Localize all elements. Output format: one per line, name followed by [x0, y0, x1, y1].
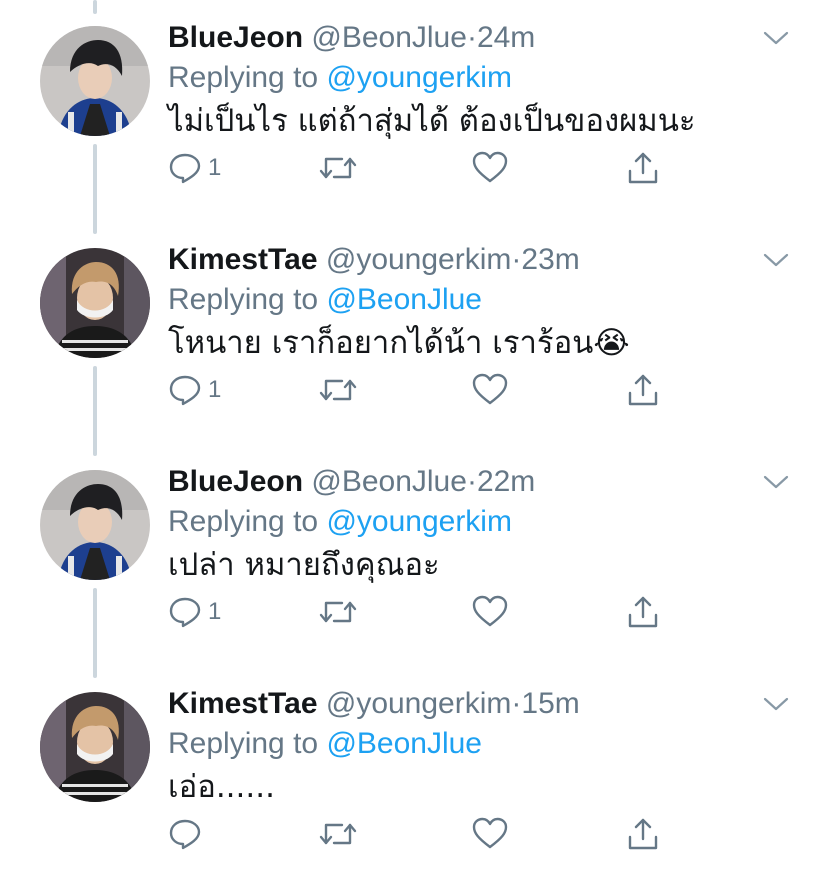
chevron-down-icon[interactable]	[762, 472, 790, 492]
replying-to-label: Replying to	[168, 283, 319, 316]
retweet-button[interactable]	[318, 816, 358, 852]
display-name[interactable]: KimestTae	[168, 243, 318, 276]
tweet[interactable]: KimestTae @youngerkim·15m Replying to @B…	[0, 666, 827, 877]
timestamp[interactable]: 15m	[521, 687, 579, 720]
reply-button[interactable]: 1	[168, 372, 221, 408]
separator-dot: ·	[466, 465, 477, 498]
timestamp[interactable]: 22m	[477, 465, 535, 498]
reply-count: 1	[208, 376, 222, 403]
retweet-icon	[319, 823, 357, 845]
tweet-text: ไม่เป็นไร แต่ถ้าสุ่มได้ ต้องเป็นของผมนะ	[168, 103, 696, 139]
reply-count: 1	[208, 154, 222, 181]
share-icon	[628, 818, 658, 850]
retweet-icon	[319, 601, 357, 623]
reply-icon	[169, 597, 201, 628]
heart-icon	[472, 373, 508, 405]
bluejeon-avatar-image	[40, 26, 150, 136]
replying-to: Replying to @BeonJlue	[168, 280, 482, 320]
avatar[interactable]	[40, 692, 150, 802]
replying-to-handle[interactable]: @youngerkim	[326, 61, 512, 94]
user-handle[interactable]: @youngerkim	[326, 243, 512, 276]
kimesttae-avatar-image	[40, 692, 150, 802]
share-button[interactable]	[626, 150, 660, 186]
like-button[interactable]	[472, 372, 508, 408]
retweet-button[interactable]	[318, 594, 358, 630]
reply-button[interactable]: 1	[168, 150, 221, 186]
reply-icon	[169, 375, 201, 406]
reply-button[interactable]	[168, 816, 208, 852]
retweet-button[interactable]	[318, 372, 358, 408]
separator-dot: ·	[511, 687, 522, 720]
tweet-header: BlueJeon @BeonJlue·22m	[168, 462, 535, 502]
retweet-icon	[319, 379, 357, 401]
heart-icon	[472, 151, 508, 183]
heart-icon	[472, 595, 508, 627]
tweet-actions: 1	[0, 372, 827, 412]
tweet-actions	[0, 816, 827, 856]
replying-to-label: Replying to	[168, 727, 319, 760]
tweet[interactable]: BlueJeon @BeonJlue·22m Replying to @youn…	[0, 444, 827, 666]
tweet-header: BlueJeon @BeonJlue·24m	[168, 18, 535, 58]
share-button[interactable]	[626, 816, 660, 852]
tweet-text: เอ่อ......	[168, 769, 275, 805]
share-icon	[628, 152, 658, 184]
user-handle[interactable]: @youngerkim	[326, 687, 512, 720]
replying-to: Replying to @youngerkim	[168, 58, 512, 98]
share-button[interactable]	[626, 372, 660, 408]
separator-dot: ·	[466, 21, 477, 54]
chevron-down-icon[interactable]	[762, 250, 790, 270]
tweet-header: KimestTae @youngerkim·15m	[168, 684, 580, 724]
bluejeon-avatar-image	[40, 470, 150, 580]
replying-to-label: Replying to	[168, 61, 319, 94]
display-name[interactable]: KimestTae	[168, 687, 318, 720]
tweet[interactable]: BlueJeon @BeonJlue·24m Replying to @youn…	[0, 0, 827, 222]
reply-count: 1	[208, 598, 222, 625]
replying-to-handle[interactable]: @BeonJlue	[326, 283, 482, 316]
user-handle[interactable]: @BeonJlue	[311, 465, 467, 498]
like-button[interactable]	[472, 150, 508, 186]
like-button[interactable]	[472, 594, 508, 630]
share-icon	[628, 596, 658, 628]
like-button[interactable]	[472, 816, 508, 852]
retweet-button[interactable]	[318, 150, 358, 186]
avatar[interactable]	[40, 470, 150, 580]
reply-icon	[169, 819, 201, 850]
reply-icon	[169, 153, 201, 184]
tweet-text: เปล่า หมายถึงคุณอะ	[168, 547, 440, 583]
avatar[interactable]	[40, 26, 150, 136]
display-name[interactable]: BlueJeon	[168, 21, 303, 54]
replying-to: Replying to @BeonJlue	[168, 724, 482, 764]
share-icon	[628, 374, 658, 406]
retweet-icon	[319, 157, 357, 179]
chevron-down-icon[interactable]	[762, 28, 790, 48]
separator-dot: ·	[511, 243, 522, 276]
chevron-down-icon[interactable]	[762, 694, 790, 714]
tweet-text: โหนาย เราก็อยากได้น้า เราร้อน😭	[168, 325, 630, 361]
replying-to-handle[interactable]: @BeonJlue	[326, 727, 482, 760]
tweet-actions: 1	[0, 594, 827, 634]
tweet-header: KimestTae @youngerkim·23m	[168, 240, 580, 280]
replying-to-handle[interactable]: @youngerkim	[326, 505, 512, 538]
heart-icon	[472, 817, 508, 849]
tweet[interactable]: KimestTae @youngerkim·23m Replying to @B…	[0, 222, 827, 444]
timestamp[interactable]: 24m	[477, 21, 535, 54]
timestamp[interactable]: 23m	[521, 243, 579, 276]
avatar[interactable]	[40, 248, 150, 358]
replying-to: Replying to @youngerkim	[168, 502, 512, 542]
share-button[interactable]	[626, 594, 660, 630]
tweet-actions: 1	[0, 150, 827, 190]
kimesttae-avatar-image	[40, 248, 150, 358]
reply-button[interactable]: 1	[168, 594, 221, 630]
user-handle[interactable]: @BeonJlue	[311, 21, 467, 54]
replying-to-label: Replying to	[168, 505, 319, 538]
display-name[interactable]: BlueJeon	[168, 465, 303, 498]
